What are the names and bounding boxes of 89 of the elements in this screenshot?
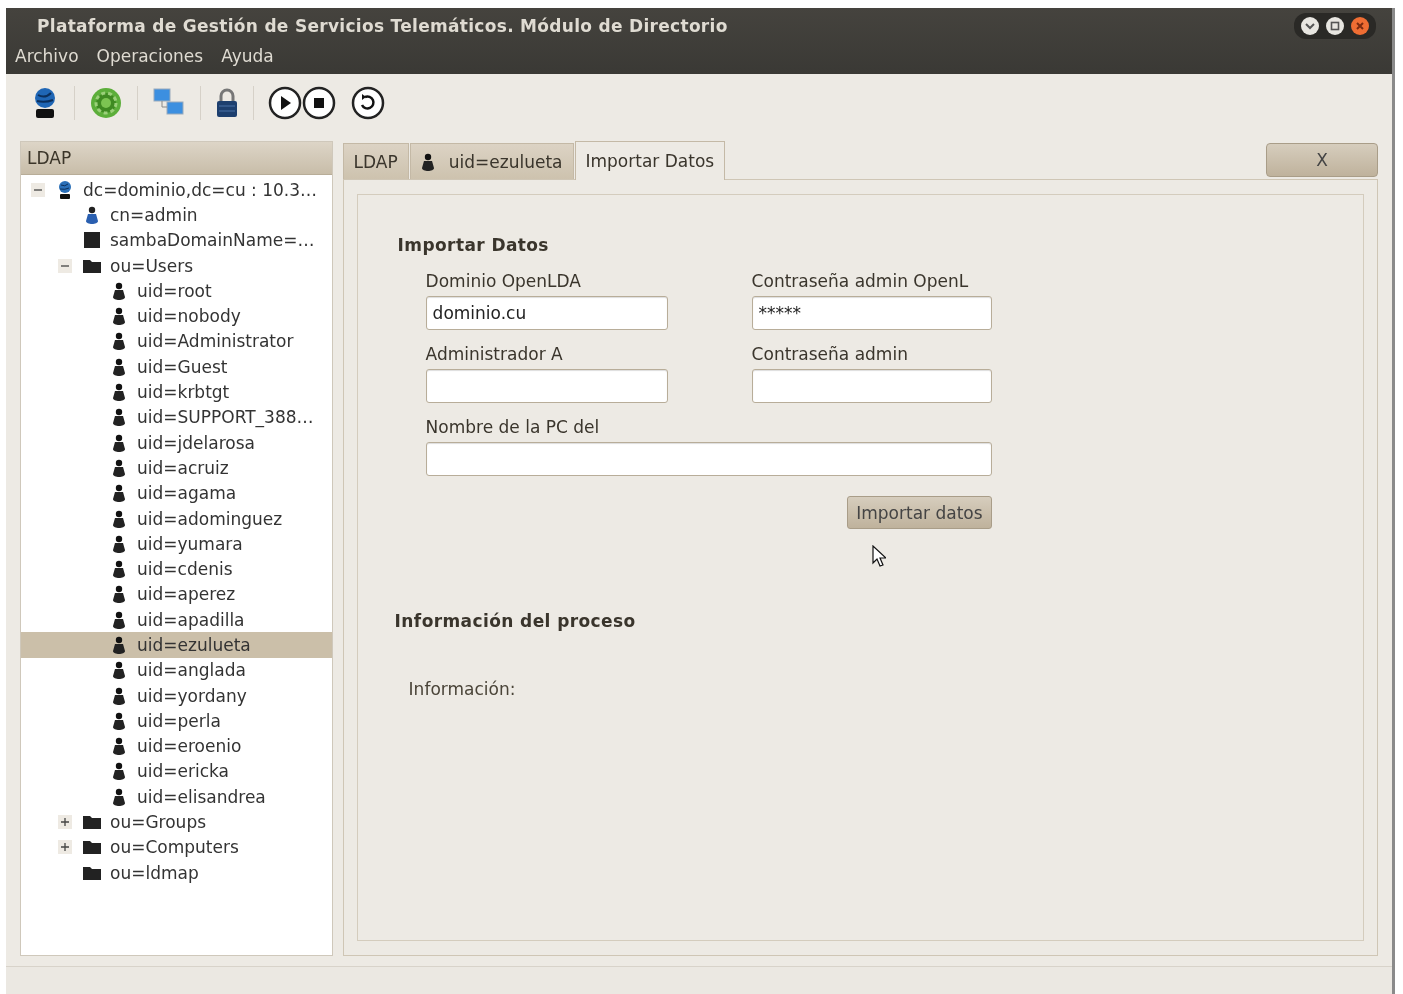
tree-item[interactable]: uid=yumara <box>21 531 332 557</box>
person-icon <box>112 762 126 781</box>
tab[interactable]: uid=ezulueta <box>409 143 574 179</box>
person-icon <box>112 737 126 756</box>
close-tab-button[interactable]: X <box>1266 143 1378 177</box>
minimize-icon <box>1300 16 1320 36</box>
tree-item[interactable]: uid=ezulueta <box>21 632 332 658</box>
menu-item[interactable]: Archivo <box>15 46 79 74</box>
info-label: Información: <box>408 679 516 699</box>
person-icon <box>112 509 126 528</box>
gear-icon <box>89 85 123 120</box>
folder-icon <box>82 814 102 831</box>
refresh-icon <box>351 85 385 120</box>
person-icon <box>112 332 126 351</box>
folder-icon <box>82 839 102 856</box>
tree-item[interactable]: ou=Users <box>21 252 332 279</box>
tree-item[interactable]: uid=acruiz <box>21 455 332 481</box>
input-field[interactable] <box>425 442 992 476</box>
field-label: Dominio OpenLDA <box>425 271 582 291</box>
tree-item[interactable]: uid=SUPPORT_388… <box>21 404 332 430</box>
input-field[interactable]: ***** <box>751 296 992 330</box>
tree-item[interactable]: ou=Groups <box>21 809 332 835</box>
square-icon <box>83 231 101 250</box>
person-icon <box>112 458 126 477</box>
person-icon <box>112 307 126 326</box>
person-icon <box>112 281 126 300</box>
globe-computer-icon <box>56 179 74 200</box>
tree-item[interactable]: uid=Guest <box>21 354 332 380</box>
section-heading: Información del proceso <box>394 611 636 631</box>
folder-icon <box>82 257 102 274</box>
tree-item[interactable]: uid=apadilla <box>21 607 332 633</box>
field-label: Administrador A <box>425 344 564 364</box>
panel-header: LDAP <box>21 142 332 175</box>
stop-icon <box>302 85 336 120</box>
tree-item[interactable]: uid=aperez <box>21 581 332 608</box>
input-field[interactable] <box>751 369 992 403</box>
menu-item[interactable]: Ayuda <box>221 46 274 74</box>
person-icon <box>112 408 126 427</box>
tree-item[interactable]: uid=anglada <box>21 657 332 683</box>
person-icon <box>112 585 126 604</box>
tree-item[interactable]: uid=ericka <box>21 758 332 785</box>
input-field[interactable]: dominio.cu <box>425 296 668 330</box>
maximize-icon <box>1325 16 1345 36</box>
folder-icon <box>82 864 102 881</box>
cursor-icon <box>871 545 886 567</box>
tree-item[interactable]: uid=nobody <box>21 303 332 329</box>
person-icon <box>112 383 126 401</box>
tree-item[interactable]: uid=adominguez <box>21 505 332 532</box>
person-icon <box>112 560 126 579</box>
import-button[interactable]: Importar datos <box>847 496 992 529</box>
tree-item[interactable]: uid=elisandrea <box>21 784 332 810</box>
person-icon <box>112 686 126 705</box>
tree-item[interactable]: ou=Computers <box>21 834 332 860</box>
tab[interactable]: LDAP <box>342 143 409 179</box>
person-icon <box>112 610 126 629</box>
padlock-icon <box>215 86 239 119</box>
window-title: Plataforma de Gestión de Servicios Telemáticos. Módulo de Directorio <box>37 16 729 36</box>
person-icon <box>112 711 126 730</box>
tree-item[interactable]: uid=krbtgt <box>21 379 332 405</box>
person-icon <box>85 205 99 224</box>
play-icon <box>268 85 302 120</box>
person-icon <box>112 661 126 680</box>
tree-item[interactable]: dc=dominio,dc=cu : 10.3… <box>21 177 332 203</box>
tree-item[interactable]: uid=perla <box>21 708 332 734</box>
tree-item[interactable]: uid=root <box>21 278 332 304</box>
field-label: Nombre de la PC del <box>425 417 601 437</box>
field-label: Contraseña admin OpenL <box>751 271 970 291</box>
field-label: Contraseña admin <box>751 344 909 364</box>
section-heading: Importar Datos <box>397 235 549 255</box>
tree-item[interactable]: uid=cdenis <box>21 556 332 582</box>
person-icon <box>112 534 126 553</box>
person-icon <box>112 484 126 503</box>
tree-item[interactable]: uid=Administrator <box>21 328 332 355</box>
tree-item[interactable]: sambaDomainName=… <box>21 227 332 253</box>
person-icon <box>112 787 126 806</box>
tree-item[interactable]: uid=yordany <box>21 682 332 709</box>
input-field[interactable] <box>425 369 668 403</box>
menu-item[interactable]: Operaciones <box>96 46 204 74</box>
tab[interactable]: Importar Datos <box>574 141 726 180</box>
tree-item[interactable]: ou=ldmap <box>21 860 332 886</box>
person-icon <box>420 152 435 171</box>
person-icon <box>112 357 126 376</box>
tree-item[interactable]: cn=admin <box>21 202 332 228</box>
close-icon <box>1350 16 1370 36</box>
tree-item[interactable]: uid=eroenio <box>21 733 332 759</box>
person-icon <box>112 636 126 654</box>
person-icon <box>112 433 126 452</box>
tree-item[interactable]: uid=agama <box>21 480 332 506</box>
tree-item[interactable]: uid=jdelarosa <box>21 429 332 456</box>
